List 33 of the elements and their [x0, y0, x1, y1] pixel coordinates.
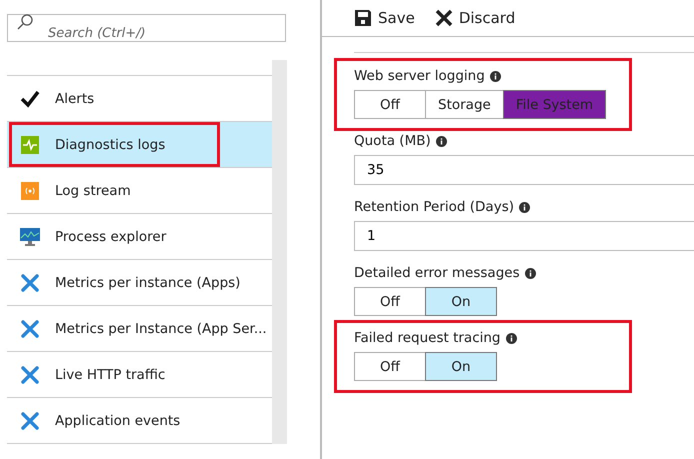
setting-label: Retention Period (Days) — [354, 199, 514, 215]
save-button[interactable]: Save — [354, 9, 415, 27]
info-icon — [524, 268, 536, 278]
input-field[interactable]: 1 — [354, 221, 694, 251]
info-icon — [436, 136, 447, 146]
toggle-option[interactable]: Off — [354, 90, 426, 119]
info-icon — [490, 70, 501, 82]
search-icon — [17, 14, 33, 30]
close-icon — [434, 9, 453, 27]
toggle-option[interactable]: Off — [354, 287, 426, 316]
sidebar-item[interactable]: Log stream — [7, 168, 272, 214]
setting-label: Quota (MB) — [354, 133, 431, 149]
sidebar-item[interactable]: Diagnostics logs — [7, 122, 272, 168]
broadcast-icon — [21, 182, 39, 200]
sidebar-item[interactable]: Application events — [7, 398, 272, 444]
info-icon — [506, 332, 516, 344]
toggle-option[interactable]: On — [425, 352, 497, 381]
pulse-icon — [21, 136, 39, 154]
discard-button[interactable]: Discard — [434, 9, 516, 27]
save-icon — [354, 9, 372, 27]
toggle-option[interactable]: On — [425, 287, 497, 316]
monitor-icon — [20, 228, 40, 246]
input-field[interactable]: 35 — [354, 155, 694, 185]
setting-label: Failed request tracing — [354, 330, 500, 346]
search-field[interactable]: Search (Ctrl+/) — [7, 14, 286, 42]
toggle-option[interactable]: Storage — [425, 90, 504, 119]
toggle-option[interactable]: Off — [354, 352, 426, 381]
setting-label: Web server logging — [354, 68, 485, 84]
setting-label: Detailed error messages — [354, 265, 520, 281]
checkmark-icon — [20, 90, 40, 108]
info-icon — [519, 202, 530, 212]
sidebar-item[interactable]: Process explorer — [7, 214, 272, 260]
scrollbar[interactable] — [272, 60, 287, 444]
